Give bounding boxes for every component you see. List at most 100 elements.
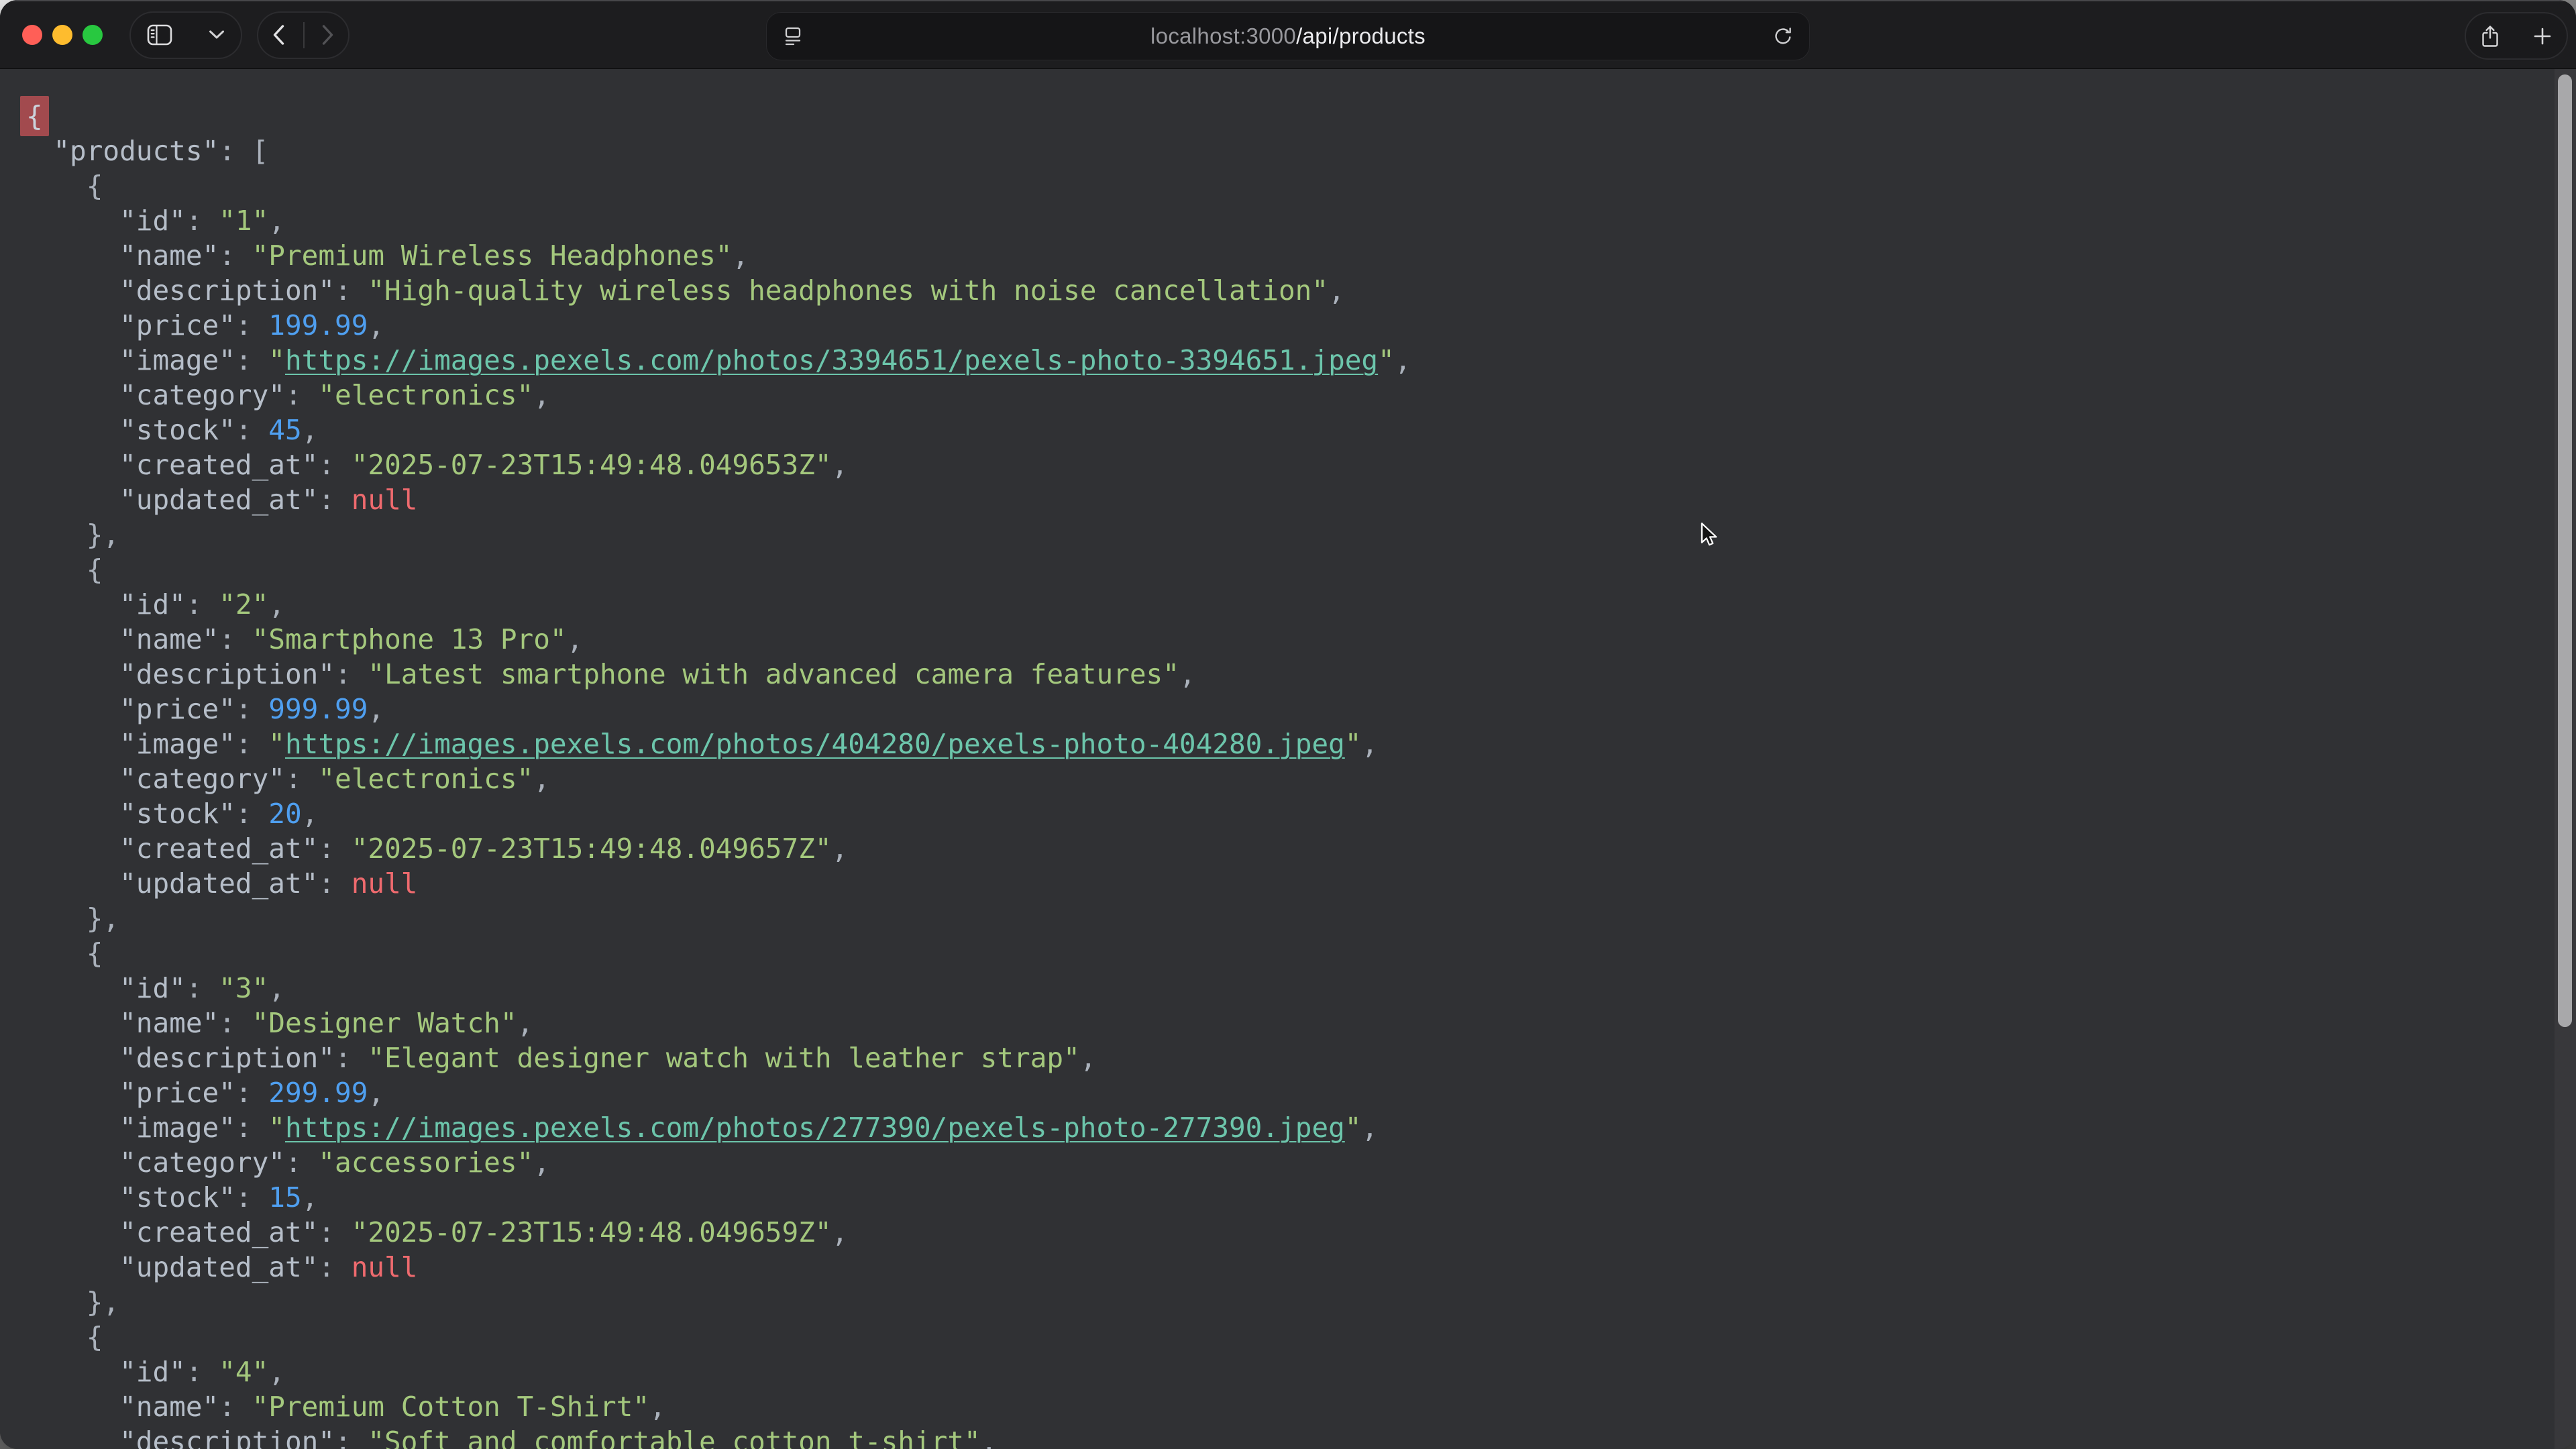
new-tab-button[interactable] (2533, 27, 2552, 46)
zoom-button[interactable] (83, 25, 103, 45)
json-line: "name": "Premium Cotton T-Shirt", (20, 1389, 2536, 1424)
json-token: , (302, 798, 319, 830)
json-token: , (268, 205, 285, 237)
json-token: , (1361, 1112, 1378, 1144)
sidebar-toggle-button[interactable] (147, 24, 172, 46)
json-token: "updated_at" (20, 867, 318, 900)
json-line: "id": "2", (20, 587, 2536, 622)
json-token: "updated_at" (20, 1251, 318, 1283)
json-token: "stock" (20, 1181, 235, 1214)
json-line: "image": "https://images.pexels.com/phot… (20, 1110, 2536, 1145)
json-line: "created_at": "2025-07-23T15:49:48.04965… (20, 447, 2536, 482)
json-token: "electronics" (318, 379, 533, 411)
json-line: "description": "High-quality wireless he… (20, 273, 2536, 308)
json-token: "Soft and comfortable cotton t-shirt" (368, 1426, 980, 1449)
json-token: "description" (20, 274, 335, 307)
json-token: : (235, 1112, 268, 1144)
json-link[interactable]: https://images.pexels.com/photos/3394651… (285, 344, 1378, 376)
json-line: "image": "https://images.pexels.com/phot… (20, 727, 2536, 761)
json-token: : (335, 274, 368, 307)
url-field[interactable]: localhost:3000/api/products (766, 12, 1810, 60)
json-token: : (186, 588, 219, 621)
json-line: { (20, 552, 2536, 587)
json-token: , (567, 623, 584, 655)
json-token: "accessories" (318, 1146, 533, 1179)
json-line: "products": [ (20, 133, 2536, 168)
json-token: , (1328, 274, 1345, 307)
json-line: { (20, 1320, 2536, 1354)
close-button[interactable] (22, 25, 42, 45)
json-token: : (235, 414, 268, 446)
json-token: { (20, 170, 103, 202)
json-token: }, (20, 1286, 119, 1318)
json-token: "High-quality wireless headphones with n… (368, 274, 1328, 307)
forward-button[interactable] (321, 24, 335, 46)
json-token: { (20, 1321, 103, 1353)
json-line: "category": "electronics", (20, 378, 2536, 413)
json-token: : (235, 1181, 268, 1214)
json-token: "id" (20, 1356, 186, 1388)
json-token: "id" (20, 588, 186, 621)
json-token: "description" (20, 1042, 335, 1074)
json-token: { (20, 937, 103, 969)
minimize-button[interactable] (52, 25, 72, 45)
chevron-left-icon (272, 24, 285, 46)
json-token: , (649, 1391, 666, 1423)
json-token: "category" (20, 379, 285, 411)
json-token: "Designer Watch" (252, 1007, 517, 1039)
json-token: "image" (20, 1112, 235, 1144)
json-token: : (335, 1426, 368, 1449)
json-token: , (302, 414, 319, 446)
json-token: : (235, 309, 268, 341)
refresh-button[interactable] (1773, 26, 1793, 46)
json-token: : (186, 205, 219, 237)
json-token: 45 (268, 414, 301, 446)
json-line: "updated_at": null (20, 482, 2536, 517)
toolbar-right-group (2465, 12, 2568, 60)
page-settings-button[interactable] (783, 27, 803, 46)
json-token: , (533, 1146, 550, 1179)
share-icon (2481, 25, 2500, 48)
json-token: , (1361, 728, 1378, 760)
json-token: : (318, 833, 351, 865)
json-token: , (533, 763, 550, 795)
json-line: "description": "Soft and comfortable cot… (20, 1424, 2536, 1449)
scrollbar-track[interactable] (2555, 69, 2576, 1449)
browser-toolbar: localhost:3000/api/products (0, 0, 2576, 69)
json-line: { (20, 99, 2536, 133)
json-token: "stock" (20, 798, 235, 830)
back-button[interactable] (272, 24, 285, 46)
json-token: , (268, 1356, 285, 1388)
json-token: : (285, 379, 318, 411)
json-line: }, (20, 901, 2536, 936)
json-token: "price" (20, 1077, 235, 1109)
json-token: "Premium Cotton T-Shirt" (252, 1391, 649, 1423)
json-line: "name": "Designer Watch", (20, 1006, 2536, 1040)
json-line: "id": "4", (20, 1354, 2536, 1389)
json-token: : (285, 1146, 318, 1179)
json-token: "category" (20, 763, 285, 795)
json-line: "id": "1", (20, 203, 2536, 238)
json-token: "2" (219, 588, 268, 621)
json-token: : (219, 1007, 252, 1039)
scrollbar-thumb[interactable] (2558, 74, 2572, 1027)
json-line: "image": "https://images.pexels.com/phot… (20, 343, 2536, 378)
url-text: localhost:3000/api/products (767, 23, 1809, 49)
json-line: "category": "electronics", (20, 761, 2536, 796)
json-token: , (981, 1426, 998, 1449)
chevron-right-icon (321, 24, 335, 46)
json-line: { (20, 168, 2536, 203)
json-token: , (832, 833, 849, 865)
json-token: "updated_at" (20, 484, 318, 516)
json-link[interactable]: https://images.pexels.com/photos/277390/… (285, 1112, 1345, 1144)
json-token: , (268, 588, 285, 621)
share-button[interactable] (2481, 25, 2500, 48)
json-line: "created_at": "2025-07-23T15:49:48.04965… (20, 1215, 2536, 1250)
json-link[interactable]: https://images.pexels.com/photos/404280/… (285, 728, 1345, 760)
tab-overview-chevron-button[interactable] (209, 30, 225, 40)
json-token: null (352, 484, 418, 516)
json-token: 999.99 (268, 693, 368, 725)
json-line: "updated_at": null (20, 866, 2536, 901)
json-token: , (1179, 658, 1196, 690)
json-token: "name" (20, 239, 219, 272)
